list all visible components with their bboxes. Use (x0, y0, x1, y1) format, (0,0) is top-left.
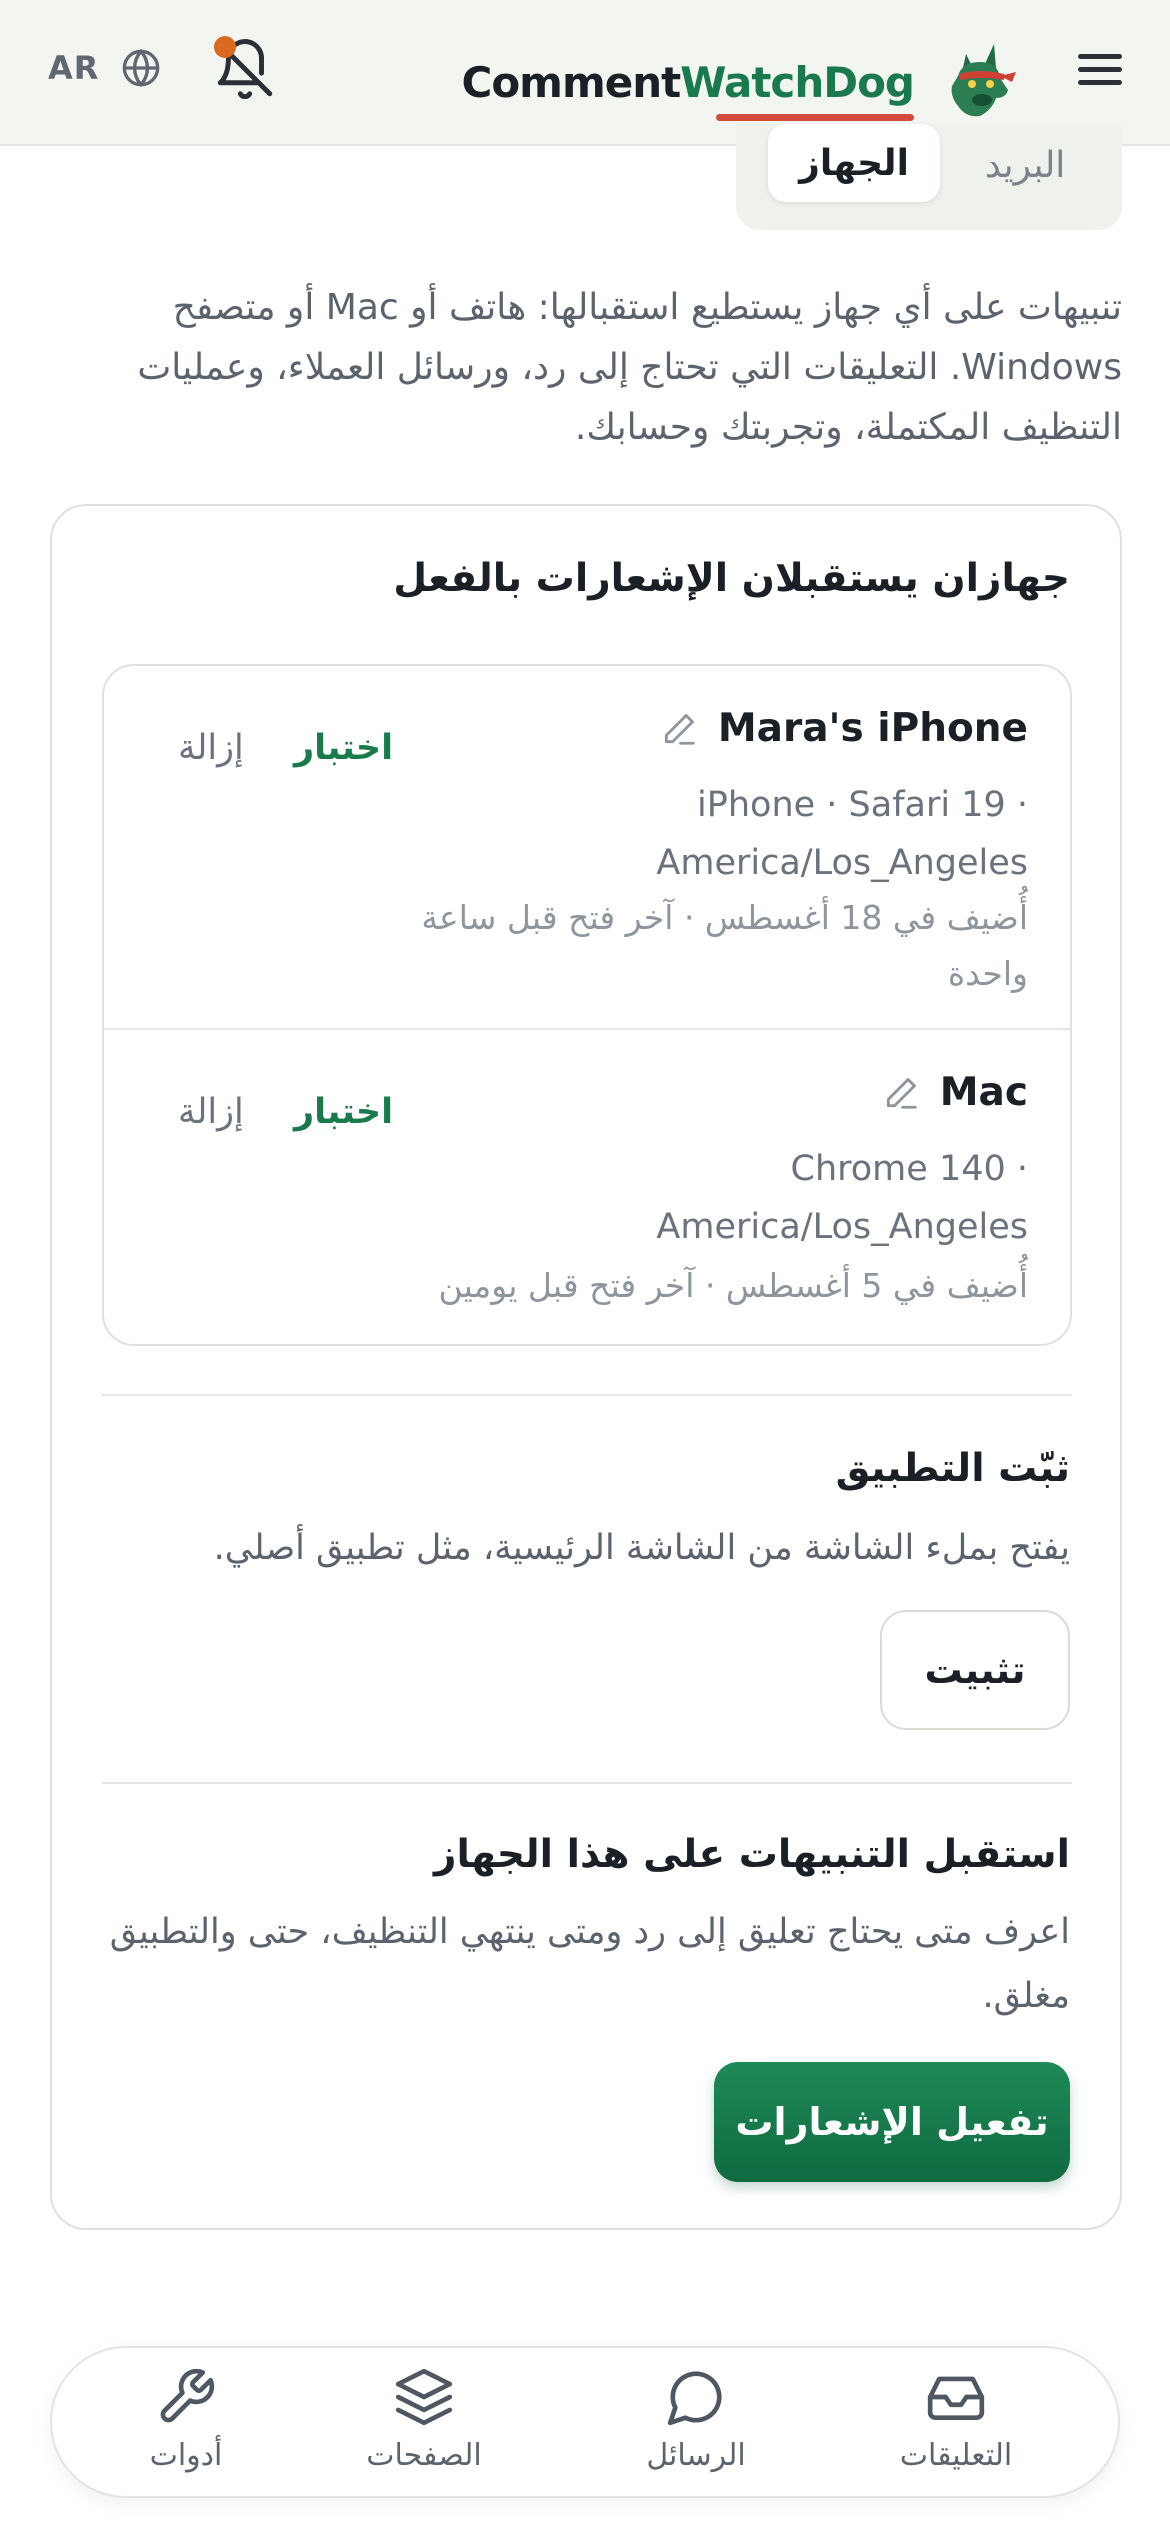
channel-tabs: البريد الجهاز (736, 124, 1122, 230)
nav-label: الصفحات (366, 2438, 482, 2473)
globe-icon (121, 48, 161, 88)
brand-name-part1: Comment (461, 57, 682, 107)
nav-label: الرسائل (646, 2438, 746, 2473)
pencil-icon[interactable] (660, 710, 698, 748)
install-title: ثبّت التطبيق (835, 1446, 1070, 1491)
device-row: Mac Chrome 140 · America/Los_Angeles أُض… (104, 1032, 1070, 1344)
remove-device-button[interactable]: إزالة (178, 728, 244, 768)
device-name-wrapper: Mara's iPhone (660, 706, 1028, 751)
intro-text: تنبيهات على أي جهاز يستطيع استقبالها: ها… (137, 287, 1122, 448)
device-added: أُضيف في 18 أغسطس · آخر فتح قبل ساعة واح… (421, 898, 1028, 993)
brand-underline (716, 113, 914, 121)
brand-name: CommentWatchDog (461, 57, 915, 121)
tab-email[interactable]: البريد (940, 126, 1110, 204)
device-meta: Chrome 140 · America/Los_Angeles (656, 1149, 1028, 1247)
device-list: Mara's iPhone iPhone · Safari 19 · Ameri… (102, 664, 1072, 1346)
bottom-nav: التعليقات الرسائل الصفحات أدوات (50, 2346, 1120, 2498)
test-device-button[interactable]: اختبار (294, 728, 393, 768)
page: AR CommentWatchDog البريد الجهاز تنبيهات… (0, 0, 1170, 2532)
test-device-button[interactable]: اختبار (294, 1092, 393, 1132)
brand-name-part2: WatchDog (680, 57, 915, 107)
notifications-card: جهازان يستقبلان الإشعارات بالفعل Mara's … (50, 504, 1122, 2230)
wrench-icon (160, 2368, 215, 2423)
notification-dot (214, 36, 236, 58)
language-code: AR (48, 49, 100, 87)
chat-bubble-icon (667, 2371, 722, 2426)
install-button[interactable]: تثبيت (880, 1610, 1070, 1730)
section-divider (102, 1782, 1072, 1784)
notifications-button[interactable] (212, 36, 278, 102)
device-name: Mac (939, 1070, 1028, 1115)
language-switcher[interactable]: AR (48, 48, 161, 88)
brand[interactable]: CommentWatchDog (462, 40, 1021, 124)
device-name: Mara's iPhone (717, 706, 1028, 751)
nav-item-comments[interactable]: التعليقات (846, 2366, 1066, 2486)
nav-label: التعليقات (899, 2438, 1013, 2473)
enable-notifications-button[interactable]: تفعيل الإشعارات (714, 2062, 1070, 2182)
device-added: أُضيف في 5 أغسطس · آخر فتح قبل يومين (438, 1266, 1028, 1305)
menu-icon[interactable] (1078, 54, 1122, 90)
device-row: Mara's iPhone iPhone · Safari 19 · Ameri… (104, 666, 1070, 1030)
section-divider (102, 1394, 1072, 1396)
notify-description: اعرف متى يحتاج تعليق إلى رد ومتى ينتهي ا… (109, 1912, 1070, 2016)
inbox-icon (927, 2376, 985, 2420)
device-meta: iPhone · Safari 19 · America/Los_Angeles (656, 785, 1028, 883)
nav-item-tools[interactable]: أدوات (76, 2366, 296, 2486)
pencil-icon[interactable] (882, 1074, 920, 1112)
notify-title: استقبل التنبيهات على هذا الجهاز (434, 1832, 1070, 1877)
install-description: يفتح بملء الشاشة من الشاشة الرئيسية، مثل… (213, 1528, 1070, 1568)
dog-logo-icon (951, 44, 1016, 117)
nav-item-messages[interactable]: الرسائل (586, 2366, 806, 2486)
device-name-wrapper: Mac (882, 1070, 1028, 1115)
devices-title: جهازان يستقبلان الإشعارات بالفعل (393, 556, 1070, 601)
nav-label: أدوات (149, 2438, 223, 2473)
remove-device-button[interactable]: إزالة (178, 1092, 244, 1132)
layers-icon (395, 2368, 453, 2426)
tab-device[interactable]: الجهاز (768, 124, 940, 202)
nav-item-pages[interactable]: الصفحات (314, 2366, 534, 2486)
